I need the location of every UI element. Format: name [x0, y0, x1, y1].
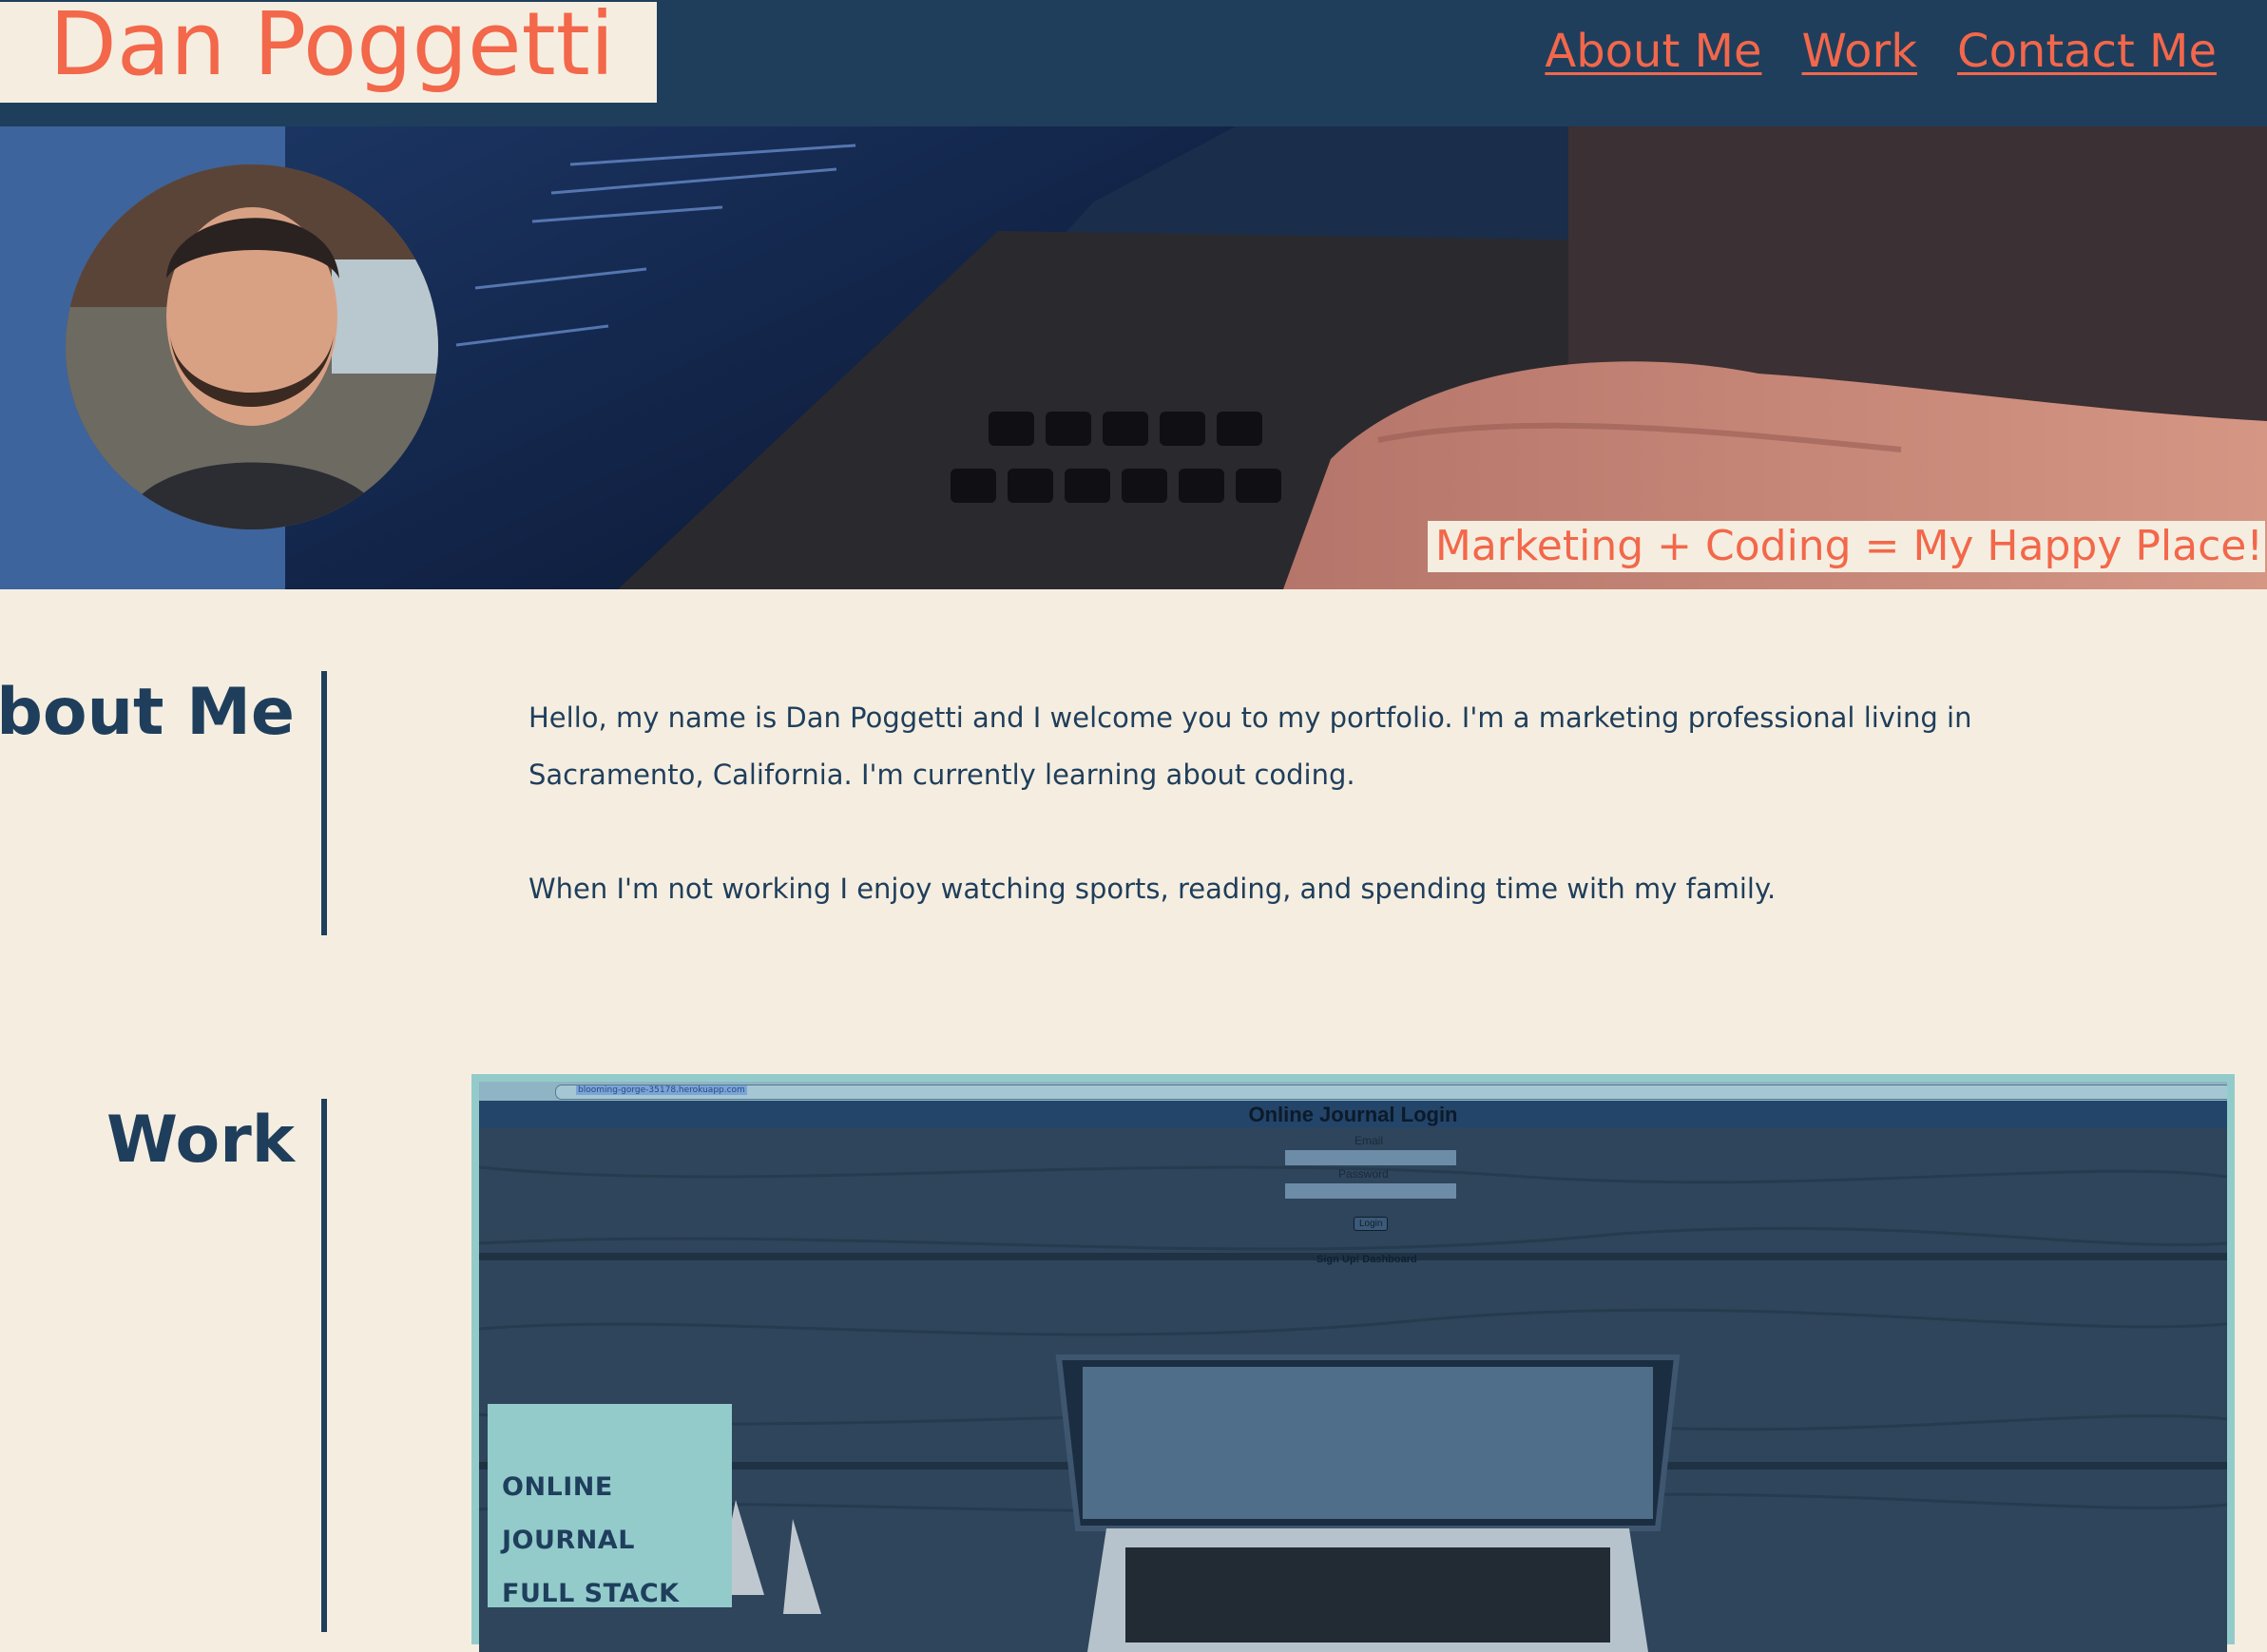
- profile-photo: [66, 164, 438, 529]
- hero-banner: [0, 126, 2267, 589]
- brand-box: Dan Poggetti: [0, 0, 657, 103]
- email-field: [1285, 1150, 1456, 1165]
- profile-photo-graphic: [66, 164, 438, 529]
- site-title[interactable]: Dan Poggetti: [49, 0, 614, 92]
- project-title: ONLINE JOURNAL: [502, 1472, 635, 1555]
- work-divider: [321, 1099, 327, 1632]
- about-paragraph: Hello, my name is Dan Poggetti and I wel…: [528, 701, 1972, 791]
- work-heading: Work: [106, 1103, 295, 1178]
- hero-tagline: Marketing + Coding = My Happy Place!: [1427, 521, 2265, 572]
- project-label[interactable]: ONLINE JOURNAL FULL STACK: [488, 1404, 732, 1608]
- nav-link-contact-me[interactable]: Contact Me: [1957, 25, 2217, 78]
- about-heading: About Me: [0, 675, 295, 750]
- password-label: Password: [1338, 1167, 1389, 1181]
- project-type: FULL STACK: [502, 1579, 680, 1608]
- app-title: Online Journal Login: [479, 1101, 2227, 1127]
- signup-dashboard-links: Sign Up! Dashboard: [1316, 1254, 1417, 1265]
- main-nav: About Me Work Contact Me: [1545, 25, 2217, 78]
- login-button: Login: [1354, 1217, 1389, 1231]
- nav-link-work[interactable]: Work: [1802, 25, 1918, 78]
- site-header: Dan Poggetti About Me Work Contact Me: [0, 0, 2267, 126]
- about-text: Hello, my name is Dan Poggetti and I wel…: [528, 689, 2087, 974]
- address-bar: [555, 1085, 2227, 1100]
- email-label: Email: [1354, 1134, 1384, 1147]
- password-field: [1285, 1183, 1456, 1199]
- about-paragraph: When I'm not working I enjoy watching sp…: [528, 873, 1777, 905]
- nav-link-about-me[interactable]: About Me: [1545, 25, 1761, 78]
- about-divider: [321, 671, 327, 935]
- browser-toolbar: blooming-gorge-35178.herokuapp.com: [479, 1082, 2227, 1101]
- address-bar-url: blooming-gorge-35178.herokuapp.com: [576, 1085, 747, 1095]
